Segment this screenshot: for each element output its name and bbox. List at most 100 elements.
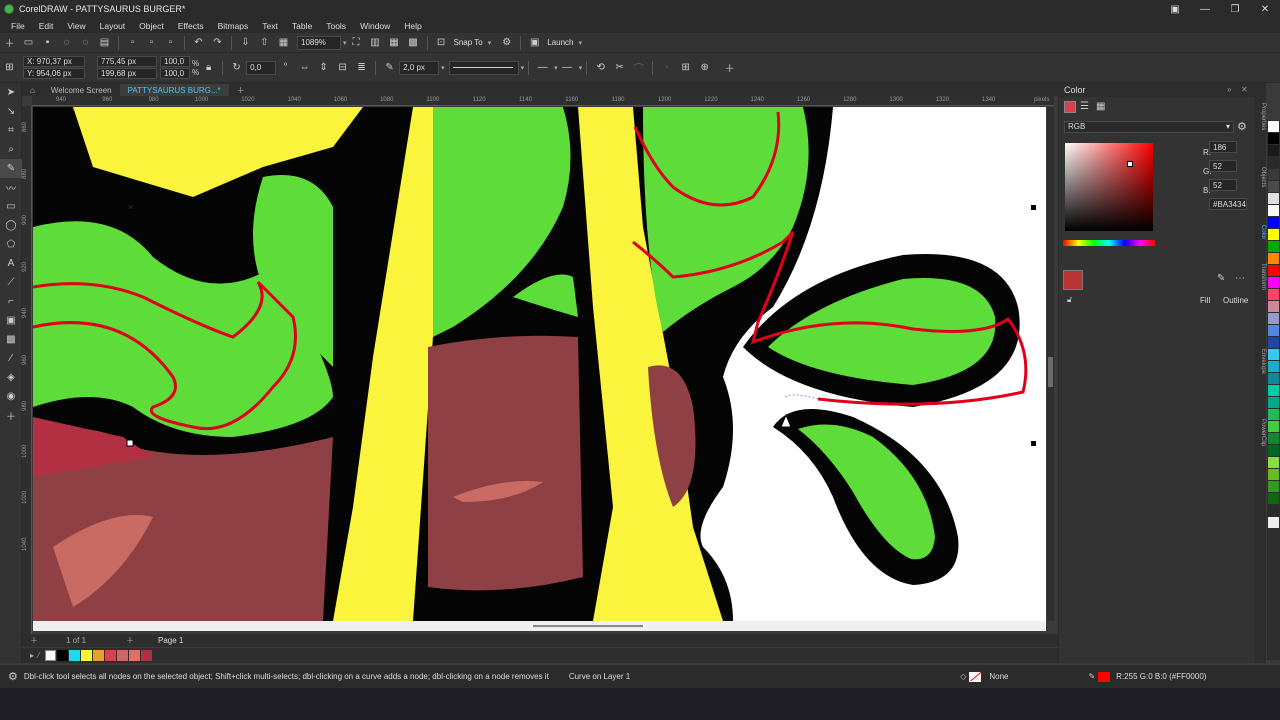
height-field[interactable]: 199,68 px — [97, 68, 157, 79]
tab-objects[interactable]: Objects — [1254, 167, 1266, 187]
snap-icon[interactable]: ⊡ — [434, 36, 449, 50]
horizontal-scrollbar[interactable] — [33, 621, 1046, 631]
chevron-down-icon[interactable]: ▾ — [579, 39, 583, 47]
pdf-icon[interactable]: ▦ — [276, 36, 291, 50]
combine-icon[interactable]: ⊞ — [678, 61, 693, 75]
color-viewer-icon[interactable]: ☰ — [1080, 101, 1092, 113]
bounding-handle[interactable] — [1031, 205, 1036, 210]
mirror-horizontal-icon[interactable]: ⇔ — [297, 61, 312, 75]
vertical-scrollbar[interactable] — [1047, 107, 1054, 621]
chevron-down-icon[interactable]: ▾ — [579, 64, 583, 72]
tab-pattysaurus-burger[interactable]: PATTYSAURUS BURG...* — [119, 84, 229, 96]
chevron-down-icon[interactable]: ▾ — [488, 39, 492, 47]
color-swatch[interactable] — [1268, 229, 1279, 240]
color-swatch[interactable] — [1268, 241, 1279, 252]
fill-button[interactable]: Fill — [1200, 296, 1210, 305]
tab-properties[interactable]: Properties — [1254, 103, 1266, 130]
ellipse-tool-icon[interactable]: ◯ — [0, 216, 22, 235]
horizontal-ruler[interactable]: 940 960 980 1000 1020 1040 1060 1080 1100 1120 114… — [32, 96, 1054, 106]
chevron-down-icon[interactable]: ▾ — [343, 39, 347, 47]
add-icon[interactable]: ＋ — [722, 61, 737, 75]
menu-text[interactable]: Text — [255, 21, 285, 31]
color-swatch[interactable] — [1268, 193, 1279, 204]
no-color-swatch[interactable] — [45, 650, 57, 661]
redo-icon[interactable]: ↷ — [210, 36, 225, 50]
new-document-icon[interactable]: ＋ — [2, 36, 17, 50]
menu-effects[interactable]: Effects — [171, 21, 211, 31]
color-swatch[interactable] — [1268, 361, 1279, 372]
color-swatch[interactable] — [1268, 505, 1279, 516]
undo-icon[interactable]: ↶ — [191, 36, 206, 50]
color-swatch[interactable] — [1268, 373, 1279, 384]
color-swatch[interactable] — [129, 650, 141, 661]
hex-value-field[interactable]: #BA3434 — [1209, 198, 1247, 210]
color-swatch[interactable] — [1268, 133, 1279, 144]
close-button[interactable]: ✕ — [1250, 0, 1280, 18]
start-arrowhead-icon[interactable]: — — [535, 61, 550, 75]
scale-y-field[interactable]: 100,0 — [160, 68, 190, 79]
menu-window[interactable]: Window — [353, 21, 397, 31]
menu-layout[interactable]: Layout — [93, 21, 133, 31]
tab-welcome-screen[interactable]: Welcome Screen — [43, 84, 120, 96]
vertical-ruler[interactable]: 860 880 900 920 940 960 980 1000 1020 1040 — [22, 106, 32, 636]
r-value-field[interactable]: 186 — [1209, 141, 1237, 153]
color-swatch[interactable] — [1268, 445, 1279, 456]
color-swatch[interactable] — [1268, 517, 1279, 528]
color-swatch[interactable] — [1268, 493, 1279, 504]
menu-tools[interactable]: Tools — [319, 21, 353, 31]
show-guidelines-icon[interactable]: ▩ — [406, 36, 421, 50]
color-swatch[interactable] — [1268, 169, 1279, 180]
color-swatch[interactable] — [1268, 421, 1279, 432]
snap-to-dropdown[interactable]: Snap To — [451, 38, 486, 47]
artistic-media-icon[interactable]: 〰 — [0, 178, 22, 197]
color-swatch[interactable] — [1268, 349, 1279, 360]
bounding-handle[interactable] — [1031, 441, 1036, 446]
color-swatch[interactable] — [1268, 301, 1279, 312]
text-tool-icon[interactable]: A — [0, 254, 22, 273]
color-swatch[interactable] — [1268, 337, 1279, 348]
color-swatch[interactable] — [1268, 397, 1279, 408]
color-picker-handle[interactable] — [1127, 161, 1133, 167]
color-swatch[interactable] — [1268, 145, 1279, 156]
show-grid-icon[interactable]: ▦ — [387, 36, 402, 50]
connector-tool-icon[interactable]: ⌐ — [0, 292, 22, 311]
color-swatch[interactable] — [1268, 433, 1279, 444]
palette-menu-icon[interactable]: ▸ — [30, 651, 34, 660]
color-swatch[interactable] — [105, 650, 117, 661]
docker-expand-icon[interactable]: » — [1227, 85, 1231, 94]
copy-icon[interactable]: ▫ — [144, 36, 159, 50]
lock-ratio-icon[interactable]: 🔒︎ — [201, 61, 216, 75]
eyedropper-icon[interactable]: ✎ — [1217, 273, 1225, 284]
color-model-dropdown[interactable]: RGB ▾ — [1064, 121, 1234, 133]
scroll-thumb[interactable] — [1048, 357, 1053, 387]
color-swatch[interactable] — [1268, 217, 1279, 228]
fill-none-swatch[interactable] — [969, 671, 983, 682]
menu-bitmaps[interactable]: Bitmaps — [211, 21, 256, 31]
save-icon[interactable]: ▪ — [40, 36, 55, 50]
color-palettes-icon[interactable]: ▦ — [1096, 101, 1108, 113]
parallel-dimension-icon[interactable]: ⟋ — [0, 273, 22, 292]
color-swatch[interactable] — [1268, 181, 1279, 192]
color-swatch[interactable] — [1268, 325, 1279, 336]
color-swatch[interactable] — [117, 650, 129, 661]
full-screen-icon[interactable]: ⛶ — [349, 36, 364, 50]
color-swatch[interactable] — [1268, 253, 1279, 264]
print-icon[interactable]: ▤ — [97, 36, 112, 50]
color-swatch[interactable] — [93, 650, 105, 661]
launch-dropdown[interactable]: Launch — [544, 38, 576, 47]
b-value-field[interactable]: 52 — [1209, 179, 1237, 191]
launch-icon[interactable]: ▣ — [527, 36, 542, 50]
home-icon[interactable]: ⌂ — [22, 84, 43, 96]
color-swatch[interactable] — [1268, 205, 1279, 216]
outline-button[interactable]: Outline — [1223, 296, 1248, 305]
y-position-field[interactable]: Y: 954,06 px — [23, 68, 85, 79]
color-sliders-icon[interactable] — [1064, 101, 1076, 113]
import-icon[interactable]: ⇩ — [238, 36, 253, 50]
add-page-icon[interactable]: ＋ — [30, 635, 38, 646]
end-arrowhead-icon[interactable]: — — [560, 61, 575, 75]
tab-transform[interactable]: Transform — [1254, 263, 1266, 290]
mirror-vertical-icon[interactable]: ⇕ — [316, 61, 331, 75]
menu-edit[interactable]: Edit — [32, 21, 61, 31]
line-style-dropdown[interactable] — [448, 60, 519, 75]
color-swatch[interactable] — [81, 650, 93, 661]
